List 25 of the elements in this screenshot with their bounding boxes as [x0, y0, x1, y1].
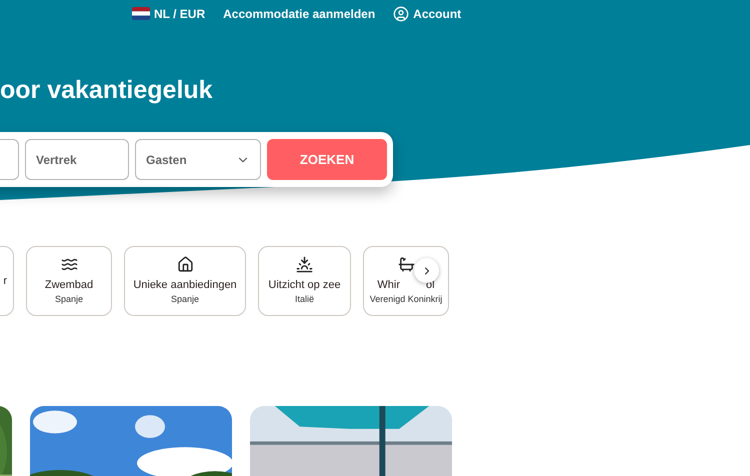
hero-title: oor vakantiegeluk: [0, 75, 214, 106]
category-title: Uitzicht op zee: [268, 278, 341, 292]
category-title: ol: [426, 278, 435, 292]
category-subtitle: Verenigd Koninkrij: [370, 293, 442, 306]
category-title: Unieke aanbiedingen: [133, 278, 237, 292]
category-card[interactable]: r: [0, 246, 14, 316]
category-subtitle: Italië: [294, 293, 314, 306]
flag-icon: [132, 7, 150, 20]
date-field[interactable]: Vertrek: [25, 139, 129, 180]
category-subtitle: Spanje: [170, 293, 200, 306]
bath-icon: [398, 256, 414, 272]
category-title: Zwembad: [44, 278, 94, 292]
account-link[interactable]: Account: [393, 4, 462, 22]
category-card[interactable]: Zwembad Spanje: [26, 246, 112, 316]
category-subtitle: Spanje: [54, 293, 84, 306]
language-link[interactable]: NL / EUR: [132, 4, 206, 22]
category-card[interactable]: Uitzicht op zee Italië: [258, 246, 351, 316]
category-title: r: [3, 274, 7, 289]
category-card[interactable]: Unieke aanbiedingen Spanje: [124, 246, 246, 316]
account-icon: [393, 6, 410, 22]
guests-select[interactable]: Gasten: [135, 139, 261, 180]
sunset-icon: [296, 256, 313, 272]
category-title: Whir: [377, 278, 400, 292]
house-icon: [176, 256, 194, 272]
nav-link[interactable]: Accommodatie aanmelden: [223, 4, 376, 22]
